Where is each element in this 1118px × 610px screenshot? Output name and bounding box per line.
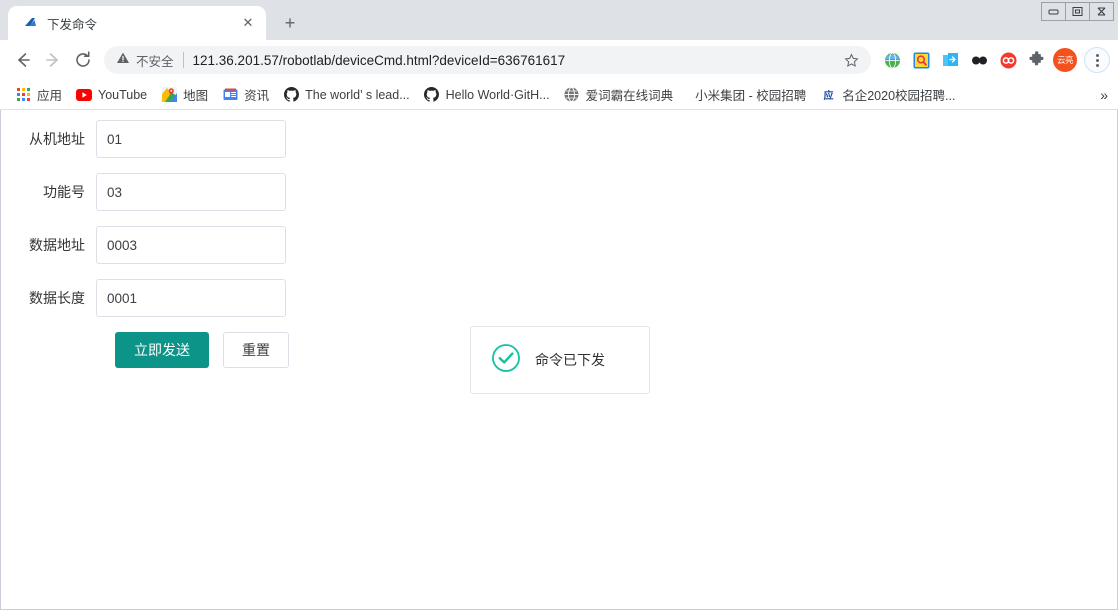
minimize-button[interactable] (1041, 2, 1066, 21)
data-address-input[interactable] (96, 226, 286, 264)
share-arrow-extension-icon[interactable] (937, 47, 963, 73)
bookmark-github-world[interactable]: The world’ s lead... (276, 83, 416, 107)
bookmarks-overflow-button[interactable]: » (1100, 87, 1108, 103)
iciba-globe-icon (564, 87, 580, 103)
bookmark-iciba[interactable]: 爱词霸在线词典 (557, 83, 681, 107)
yingjiesheng-icon: 应 (820, 87, 836, 103)
youtube-icon (76, 87, 92, 103)
device-command-page: 从机地址 功能号 数据地址 数据长度 立即发送 重置 (1, 110, 1117, 609)
github-icon (424, 87, 440, 103)
bookmark-maps[interactable]: 地图 (154, 83, 215, 107)
browser-toolbar: 不安全 121.36.201.57/robotlab/deviceCmd.htm… (0, 40, 1118, 80)
bookmark-label: 应用 (37, 85, 62, 104)
infinity-extension-icon[interactable] (995, 47, 1021, 73)
form-row-data-address: 数据地址 (1, 226, 1117, 264)
browser-tab[interactable]: 下发命令 ✕ (8, 6, 266, 40)
data-length-input[interactable] (96, 279, 286, 317)
field-label-data-address: 数据地址 (1, 235, 96, 255)
back-arrow-icon[interactable] (8, 45, 38, 75)
tab-title: 下发命令 (47, 14, 240, 33)
security-label: 不安全 (136, 51, 174, 70)
menu-dot (1096, 54, 1099, 57)
bookmark-label: Hello World·GitH... (446, 88, 550, 102)
bookmarks-bar: 应用 YouTube 地图 (0, 80, 1118, 110)
bookmark-youtube[interactable]: YouTube (69, 83, 154, 107)
page-viewport: 从机地址 功能号 数据地址 数据长度 立即发送 重置 (0, 110, 1118, 610)
window-controls (1042, 2, 1114, 21)
svg-text:应: 应 (823, 89, 833, 102)
extension-icons: 云亮 (879, 47, 1110, 73)
tab-favicon-icon (22, 15, 38, 31)
bookmark-label: 小米集团 - 校园招聘 (695, 85, 806, 104)
google-news-icon (222, 87, 238, 103)
field-label-function-code: 功能号 (1, 182, 96, 202)
menu-dot (1096, 59, 1099, 62)
google-maps-icon (161, 87, 177, 103)
circle-check-icon (491, 343, 521, 378)
reload-icon[interactable] (68, 45, 98, 75)
new-tab-button[interactable]: + (276, 9, 304, 37)
star-icon[interactable] (841, 50, 861, 70)
slave-address-input[interactable] (96, 120, 286, 158)
idm-globe-extension-icon[interactable] (879, 47, 905, 73)
github-icon (283, 87, 299, 103)
bookmark-label: 资讯 (244, 85, 269, 104)
form-row-data-length: 数据长度 (1, 279, 1117, 317)
reset-button[interactable]: 重置 (223, 332, 289, 368)
bookmark-label: YouTube (98, 88, 147, 102)
status-message: 命令已下发 (535, 350, 605, 370)
field-label-slave-address: 从机地址 (1, 129, 96, 149)
address-bar[interactable]: 不安全 121.36.201.57/robotlab/deviceCmd.htm… (104, 46, 871, 74)
function-code-input[interactable] (96, 173, 286, 211)
url-text[interactable]: 121.36.201.57/robotlab/deviceCmd.html?de… (193, 53, 841, 68)
status-card: 命令已下发 (470, 326, 650, 394)
tab-strip: 下发命令 ✕ + (0, 0, 1118, 40)
browser-window: 下发命令 ✕ + (0, 0, 1118, 610)
puzzle-extensions-icon[interactable] (1024, 47, 1050, 73)
bookmark-label: 名企2020校园招聘... (842, 85, 955, 104)
forward-arrow-icon[interactable] (38, 45, 68, 75)
bookmark-news[interactable]: 资讯 (215, 83, 276, 107)
bookmark-apps[interactable]: 应用 (8, 83, 69, 107)
form-row-slave-address: 从机地址 (1, 120, 1117, 158)
apps-grid-icon (15, 87, 31, 103)
form-row-function-code: 功能号 (1, 173, 1117, 211)
three-dot-menu-icon[interactable] (1084, 47, 1110, 73)
omnibox-divider (183, 52, 184, 68)
close-button[interactable] (1089, 2, 1114, 21)
security-status[interactable]: 不安全 (116, 51, 174, 70)
maximize-button[interactable] (1065, 2, 1090, 21)
bookmark-github-hello[interactable]: Hello World·GitH... (417, 83, 557, 107)
tab-close-icon[interactable]: ✕ (240, 15, 256, 31)
profile-avatar[interactable]: 云亮 (1053, 48, 1077, 72)
bookmark-label: 爱词霸在线词典 (586, 85, 674, 104)
field-label-data-length: 数据长度 (1, 288, 96, 308)
bookmark-xiaomi[interactable]: 小米集团 - 校园招聘 (688, 83, 813, 107)
menu-dot (1096, 64, 1099, 67)
send-now-button[interactable]: 立即发送 (115, 332, 209, 368)
bookmark-yingjiesheng[interactable]: 应 名企2020校园招聘... (813, 83, 962, 107)
bookmark-label: The world’ s lead... (305, 88, 409, 102)
glasses-extension-icon[interactable] (966, 47, 992, 73)
bookmark-label: 地图 (183, 85, 208, 104)
warning-triangle-icon (116, 51, 130, 70)
image-search-extension-icon[interactable] (908, 47, 934, 73)
